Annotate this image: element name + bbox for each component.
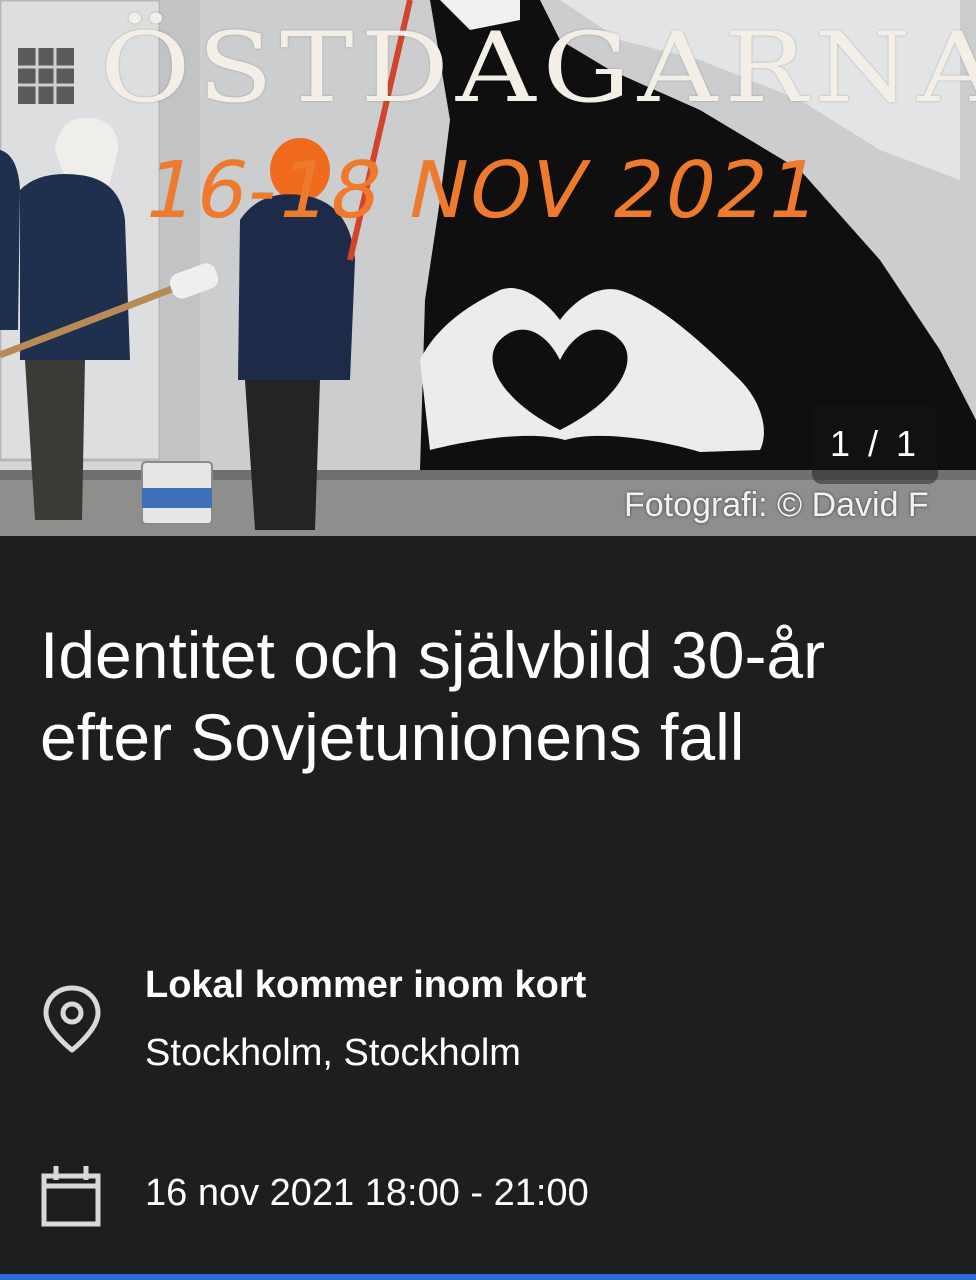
hero-event-dates: 16-18 NOV 2021: [136, 146, 831, 236]
event-datetime[interactable]: 16 nov 2021 18:00 - 21:00: [40, 1160, 940, 1230]
event-title: Identitet och självbild 30-år efter Sovj…: [40, 618, 826, 774]
calendar-icon: [41, 1166, 101, 1227]
image-counter: 1 / 1: [812, 404, 938, 484]
bottom-accent-bar: [0, 1274, 976, 1280]
event-location[interactable]: Lokal kommer inom kort Stockholm, Stockh…: [40, 960, 940, 1080]
location-pin-icon: [43, 985, 101, 1053]
hero-image[interactable]: ÖSTDAGARNA 16-18 NOV 2021 1 / 1 Fotograf…: [0, 0, 976, 536]
event-date-time: 16 nov 2021 18:00 - 21:00: [145, 1172, 589, 1214]
photo-credit: Fotografi: © David F: [624, 486, 929, 524]
hero-event-series-title: ÖSTDAGARNA: [100, 12, 976, 124]
venue-city: Stockholm, Stockholm: [145, 1032, 521, 1074]
venue-name: Lokal kommer inom kort: [145, 964, 587, 1006]
